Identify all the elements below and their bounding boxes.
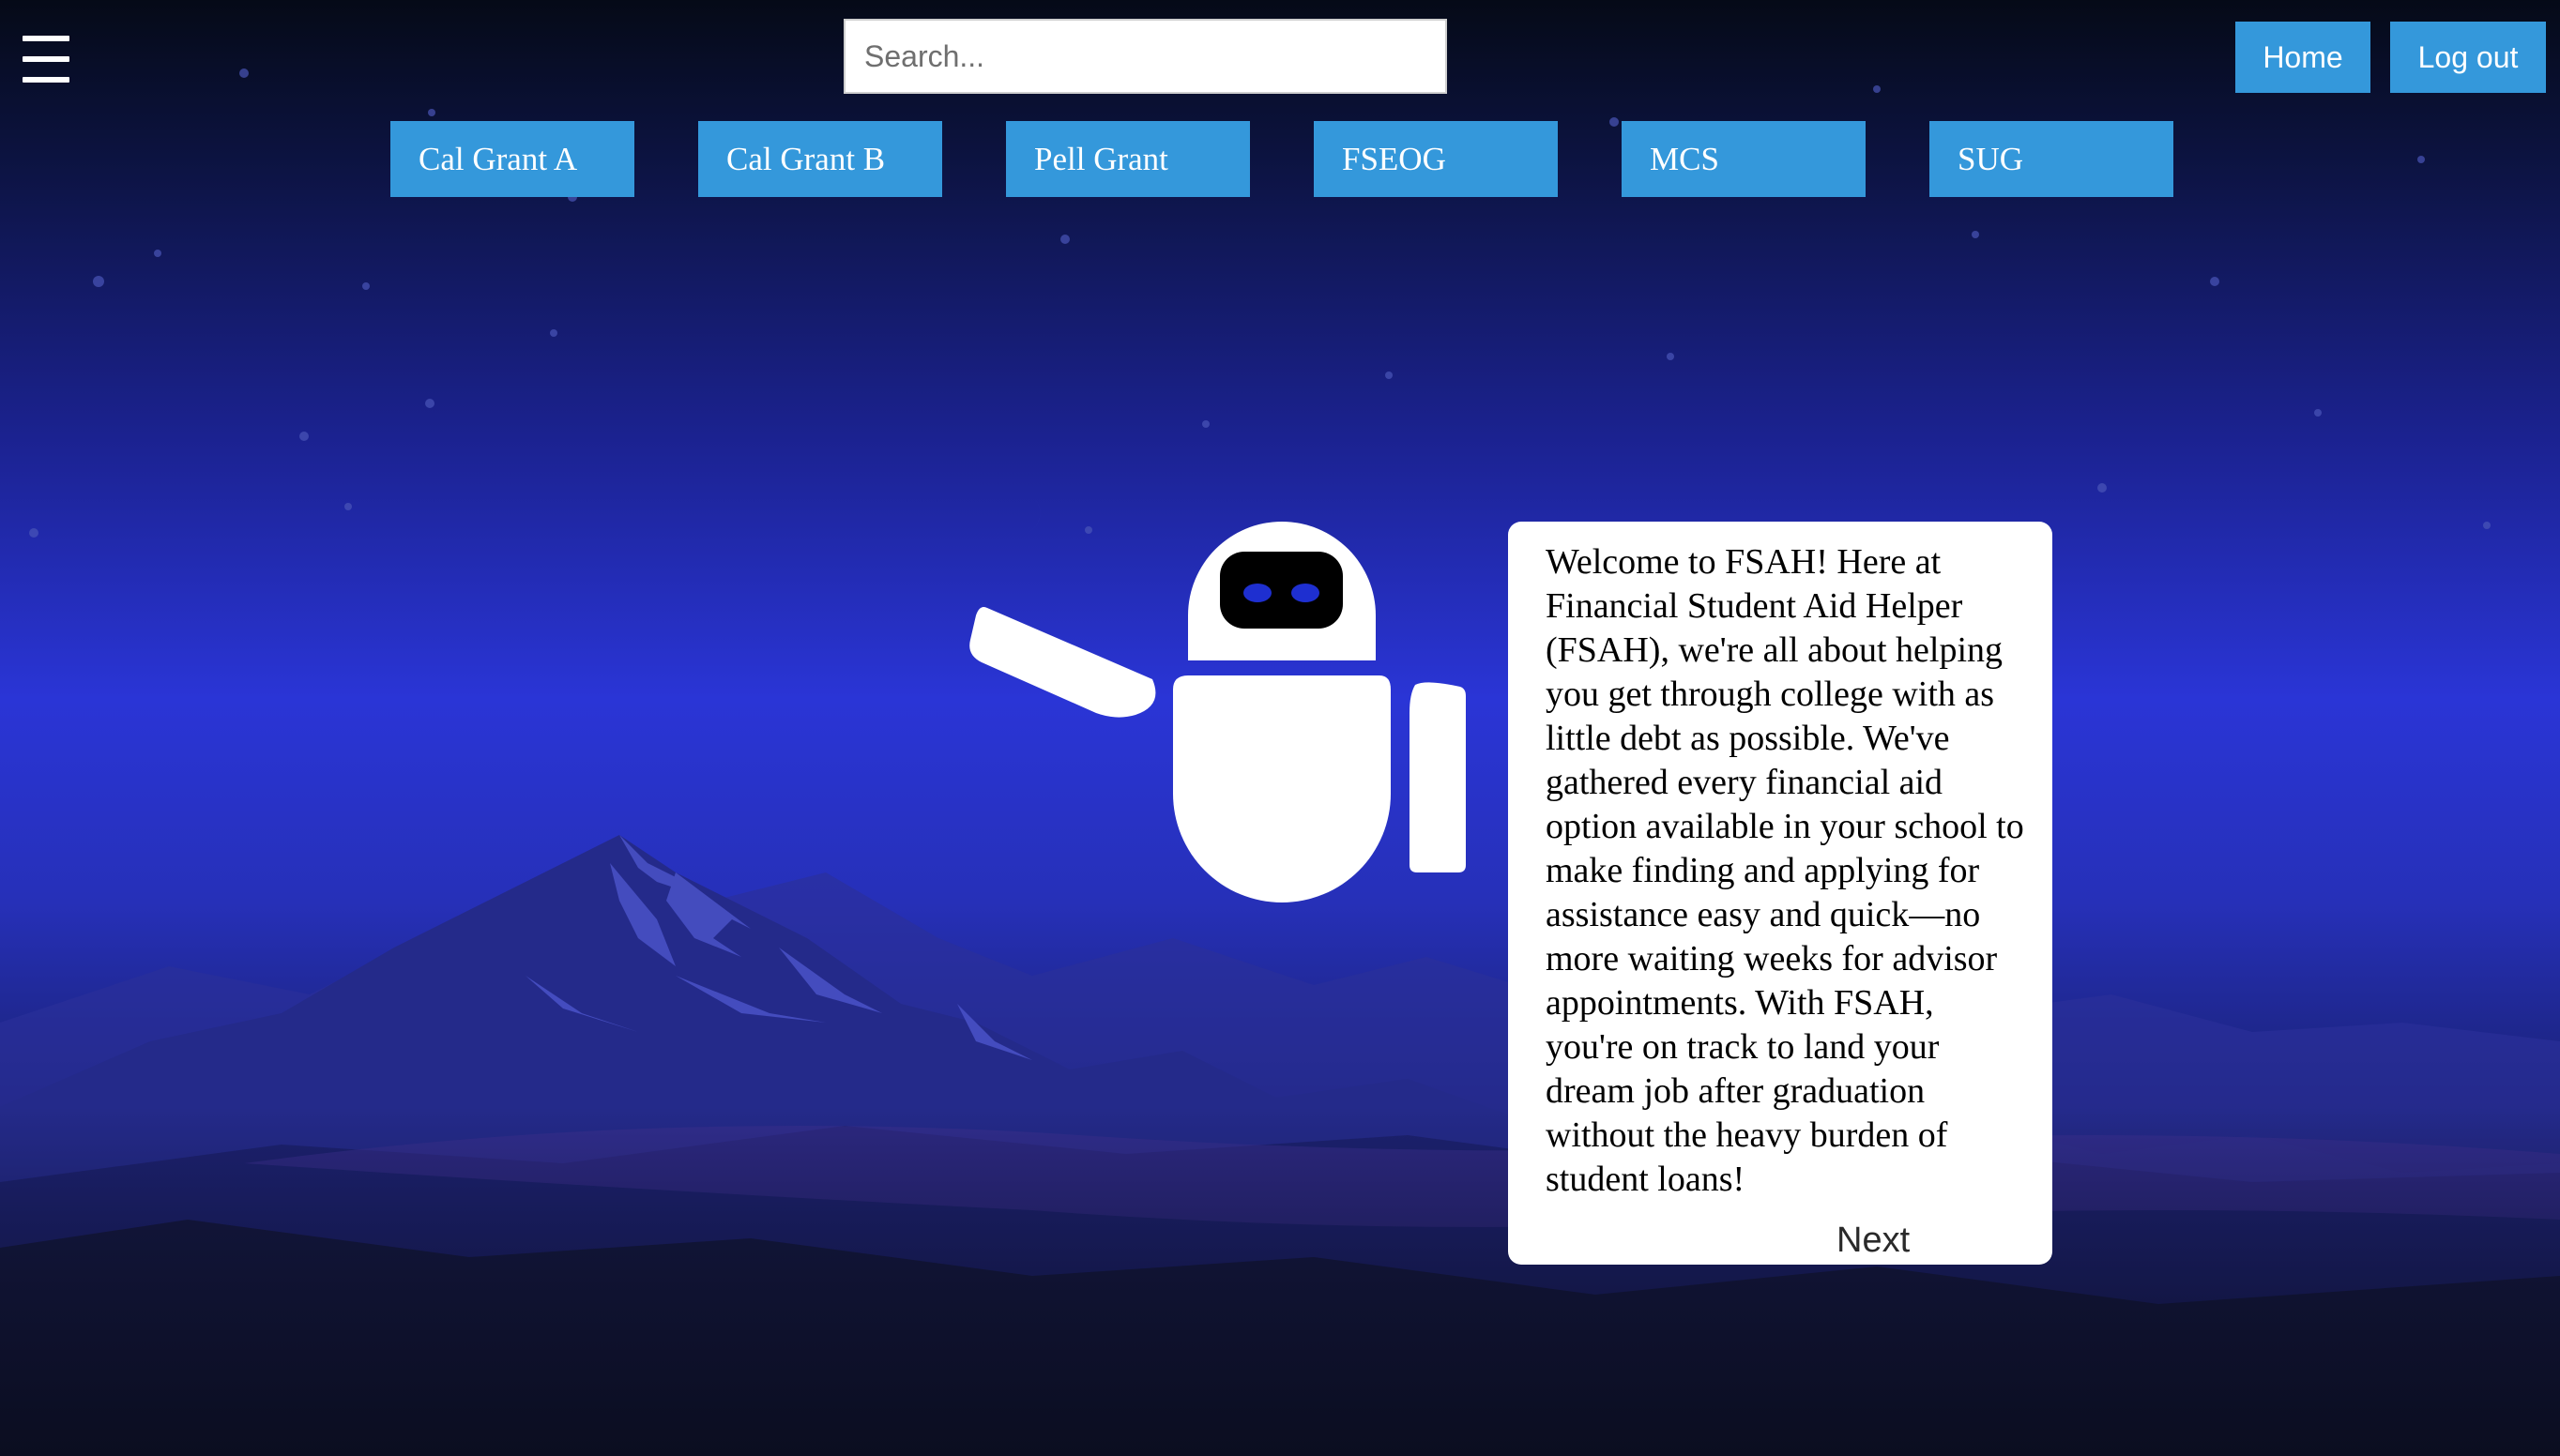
grant-button-pell-grant[interactable]: Pell Grant xyxy=(1006,121,1250,197)
robot-body xyxy=(1173,675,1391,902)
home-button[interactable]: Home xyxy=(2235,22,2370,93)
search-input[interactable] xyxy=(844,19,1447,94)
grant-button-cal-grant-b[interactable]: Cal Grant B xyxy=(698,121,942,197)
logout-button[interactable]: Log out xyxy=(2390,22,2546,93)
hamburger-menu-icon[interactable] xyxy=(21,36,71,86)
grant-button-cal-grant-a[interactable]: Cal Grant A xyxy=(390,121,634,197)
welcome-card: Welcome to FSAH! Here at Financial Stude… xyxy=(1508,522,2052,1265)
robot-visor xyxy=(1220,552,1343,629)
robot-left-arm xyxy=(969,607,1156,718)
robot-mascot xyxy=(969,522,1466,902)
robot-right-eye xyxy=(1291,584,1319,602)
grant-button-fseog[interactable]: FSEOG xyxy=(1314,121,1558,197)
grant-button-sug[interactable]: SUG xyxy=(1929,121,2173,197)
welcome-message: Welcome to FSAH! Here at Financial Stude… xyxy=(1546,542,2024,1199)
next-button[interactable]: Next xyxy=(1836,1221,1910,1259)
grant-button-mcs[interactable]: MCS xyxy=(1622,121,1866,197)
robot-right-arm xyxy=(1410,682,1466,872)
robot-left-eye xyxy=(1243,584,1272,602)
page: Home Log out Cal Grant A Cal Grant B Pel… xyxy=(0,0,2560,1456)
